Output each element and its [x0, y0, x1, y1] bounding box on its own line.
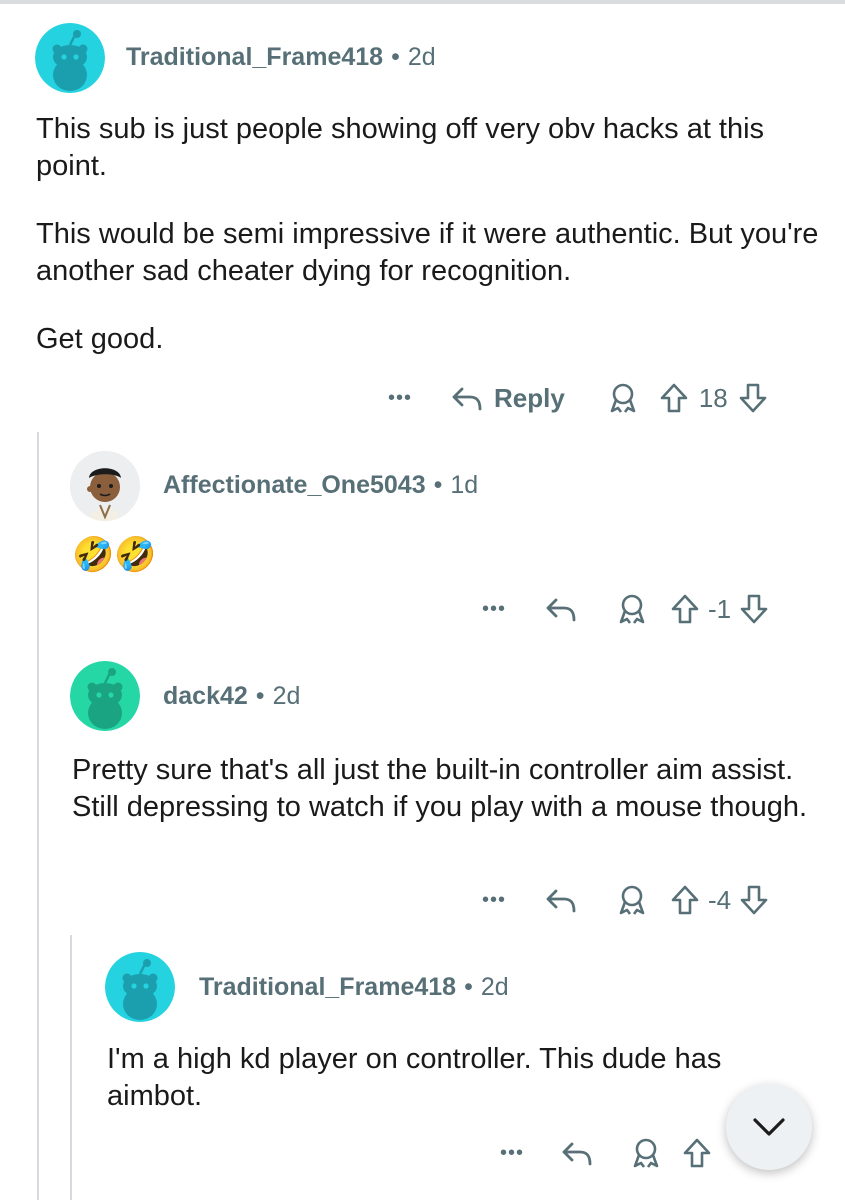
downvote-button[interactable] [739, 884, 769, 916]
snoo-avatar-icon [70, 661, 140, 731]
upvote-arrow-icon [671, 885, 699, 915]
upvote-button[interactable] [670, 593, 700, 625]
top-divider [0, 0, 845, 4]
comment-meta: Traditional_Frame418 • 2d [126, 43, 436, 72]
downvote-arrow-icon [740, 885, 768, 915]
comment-actions: ••• -1 [474, 589, 769, 629]
downvote-button[interactable] [739, 593, 769, 625]
scroll-down-button[interactable] [726, 1084, 812, 1170]
more-options-button[interactable]: ••• [380, 387, 420, 410]
username-link[interactable]: Affectionate_One5043 [163, 471, 426, 499]
more-options-button[interactable]: ••• [492, 1142, 532, 1165]
comment-paragraph: Get good. [36, 323, 164, 355]
downvote-button[interactable] [738, 382, 768, 414]
comment-emoji: 🤣🤣 [72, 536, 157, 574]
timestamp: 1d [450, 471, 479, 499]
user-avatar[interactable] [35, 23, 105, 93]
reply-button[interactable] [544, 594, 578, 624]
upvote-button[interactable] [670, 884, 700, 916]
comment-paragraph: I'm a high kd player on controller. This… [107, 1043, 722, 1112]
snoo-avatar-icon [105, 952, 175, 1022]
vote-score: -1 [708, 593, 732, 624]
vote-score: 18 [698, 382, 728, 413]
custom-avatar-icon [70, 451, 140, 521]
meta-separator: • [255, 682, 265, 710]
reply-label: Reply [494, 382, 565, 413]
award-button[interactable] [630, 1136, 662, 1170]
comment-actions: ••• -4 [474, 880, 769, 920]
award-icon [633, 1138, 659, 1168]
comment-actions: ••• [492, 1133, 712, 1173]
comment-actions: ••• Reply 18 [380, 378, 768, 418]
username-link[interactable]: Traditional_Frame418 [199, 973, 456, 1001]
award-icon [619, 885, 645, 915]
reply-arrow-icon [546, 889, 576, 913]
vote-score: -4 [708, 884, 732, 915]
comment-body: This sub is just people showing off very… [36, 111, 826, 389]
comment-body: I'm a high kd player on controller. This… [107, 1041, 822, 1146]
comment-meta: Traditional_Frame418 • 2d [199, 973, 509, 1002]
meta-separator: • [464, 973, 473, 1001]
comment-meta: Affectionate_One5043 • 1d [163, 471, 478, 500]
user-avatar[interactable] [105, 952, 175, 1022]
award-button[interactable] [616, 592, 648, 626]
award-icon [619, 594, 645, 624]
downvote-arrow-icon [740, 594, 768, 624]
comment-paragraph: This sub is just people showing off very… [36, 113, 765, 182]
reply-button[interactable] [560, 1138, 594, 1168]
reply-button[interactable]: Reply [450, 383, 565, 414]
thread-line[interactable] [37, 432, 39, 1200]
comment-meta: dack42 • 2d [163, 682, 300, 711]
meta-separator: • [391, 43, 400, 71]
reply-arrow-icon [452, 387, 482, 411]
reply-arrow-icon [546, 598, 576, 622]
user-avatar[interactable] [70, 451, 140, 521]
user-avatar[interactable] [70, 661, 140, 731]
comment-paragraph: This would be semi impressive if it were… [36, 218, 819, 287]
award-button[interactable] [616, 883, 648, 917]
award-icon [610, 383, 636, 413]
upvote-arrow-icon [660, 383, 688, 413]
meta-separator: • [433, 471, 443, 499]
timestamp: 2d [272, 682, 301, 710]
nested-thread-line[interactable] [70, 935, 72, 1200]
username-link[interactable]: Traditional_Frame418 [126, 43, 383, 71]
comment-paragraph: Pretty sure that's all just the built-in… [72, 754, 808, 823]
username-link[interactable]: dack42 [163, 682, 248, 710]
more-options-button[interactable]: ••• [474, 598, 514, 621]
comment-body: Pretty sure that's all just the built-in… [72, 752, 832, 857]
upvote-arrow-icon [683, 1138, 711, 1168]
timestamp: 2d [480, 973, 509, 1001]
snoo-avatar-icon [35, 23, 105, 93]
award-button[interactable] [607, 381, 639, 415]
upvote-button[interactable] [659, 382, 689, 414]
more-options-button[interactable]: ••• [474, 889, 514, 912]
upvote-arrow-icon [671, 594, 699, 624]
timestamp: 2d [407, 43, 436, 71]
reply-arrow-icon [562, 1142, 592, 1166]
chevron-down-icon [753, 1118, 785, 1136]
reply-button[interactable] [544, 885, 578, 915]
upvote-button[interactable] [682, 1137, 712, 1169]
downvote-arrow-icon [739, 383, 767, 413]
